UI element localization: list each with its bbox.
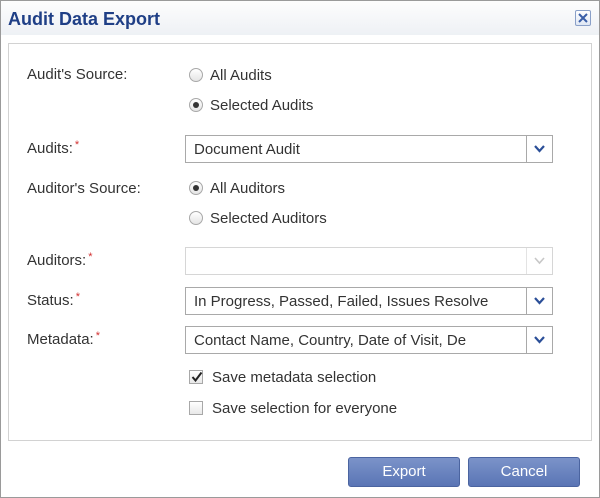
chevron-down-icon[interactable]: [526, 327, 552, 353]
radio-selected-audits[interactable]: Selected Audits: [189, 95, 313, 115]
required-marker: *: [95, 330, 100, 342]
audits-label: Audits: *: [27, 139, 80, 157]
radio-all-auditors[interactable]: All Auditors: [189, 178, 285, 198]
chevron-down-icon[interactable]: [526, 288, 552, 314]
auditor-source-label: Auditor's Source:: [27, 180, 141, 197]
dialog-title: Audit Data Export: [8, 9, 161, 29]
metadata-label: Metadata: *: [27, 330, 100, 348]
save-metadata-checkbox-row[interactable]: Save metadata selection: [189, 367, 376, 387]
save-for-everyone-label: Save selection for everyone: [212, 399, 398, 417]
radio-all-audits[interactable]: All Audits: [189, 65, 272, 85]
status-label: Status: *: [27, 291, 80, 309]
required-marker: *: [74, 139, 80, 151]
metadata-select-value: Contact Name, Country, Date of Visit, De: [194, 332, 467, 349]
auditors-label: Auditors: *: [27, 251, 93, 269]
close-icon[interactable]: [575, 10, 591, 26]
dialog-titlebar: Audit Data Export: [1, 1, 599, 35]
status-select[interactable]: In Progress, Passed, Failed, Issues Reso…: [185, 287, 553, 315]
save-metadata-label: Save metadata selection: [212, 368, 377, 386]
audits-label-text: Audits:: [27, 140, 73, 157]
save-for-everyone-checkbox-row[interactable]: Save selection for everyone: [189, 398, 397, 418]
radio-selected-auditors[interactable]: Selected Auditors: [189, 208, 327, 228]
cancel-button[interactable]: Cancel: [468, 457, 580, 487]
metadata-label-text: Metadata:: [27, 331, 94, 348]
audits-select-value: Document Audit: [194, 141, 300, 158]
auditors-select[interactable]: [185, 247, 553, 275]
audit-source-label: Audit's Source:: [27, 66, 128, 83]
required-marker: *: [88, 251, 93, 263]
radio-all-auditors-button[interactable]: [189, 181, 203, 195]
audits-select[interactable]: Document Audit: [185, 135, 553, 163]
export-button[interactable]: Export: [348, 457, 460, 487]
radio-all-auditors-label: All Auditors: [210, 179, 286, 197]
chevron-down-icon[interactable]: [526, 248, 552, 274]
status-label-text: Status:: [27, 292, 74, 309]
auditors-label-text: Auditors:: [27, 252, 87, 269]
radio-selected-auditors-button[interactable]: [189, 211, 203, 225]
audit-data-export-dialog: Audit Data Export Audit's Source: All Au…: [0, 0, 600, 498]
radio-selected-audits-label: Selected Audits: [210, 96, 314, 114]
save-for-everyone-checkbox[interactable]: [189, 401, 203, 415]
required-marker: *: [75, 291, 80, 303]
status-select-value: In Progress, Passed, Failed, Issues Reso…: [194, 293, 489, 310]
radio-selected-auditors-label: Selected Auditors: [210, 209, 327, 227]
radio-all-audits-label: All Audits: [210, 66, 272, 84]
metadata-select[interactable]: Contact Name, Country, Date of Visit, De: [185, 326, 553, 354]
radio-all-audits-button[interactable]: [189, 68, 203, 82]
chevron-down-icon[interactable]: [526, 136, 552, 162]
radio-selected-audits-button[interactable]: [189, 98, 203, 112]
save-metadata-checkbox[interactable]: [189, 370, 203, 384]
